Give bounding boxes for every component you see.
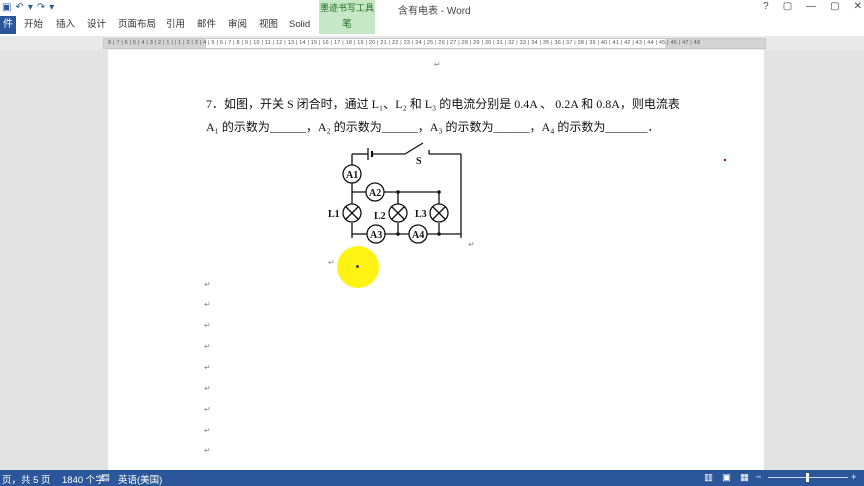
paragraph-mark: ↵ <box>204 363 211 372</box>
redo-icon[interactable]: ↷ <box>37 2 45 14</box>
junction-dot <box>396 190 400 194</box>
question-line-2: A₁ 的示数为______，A₂ 的示数为______，A₃ 的示数为_____… <box>206 120 660 134</box>
tab-references[interactable]: 引用 <box>166 16 185 34</box>
page-count[interactable]: 页，共 5 页 <box>2 472 51 486</box>
tab-view[interactable]: 视图 <box>259 16 278 34</box>
tab-home[interactable]: 开始 <box>24 16 43 34</box>
maximize-button[interactable]: ▢ <box>830 1 839 12</box>
junction-dot <box>396 232 400 236</box>
language-indicator[interactable]: 英语(美国) <box>118 472 162 486</box>
tab-solid[interactable]: Solid <box>289 16 310 34</box>
ink-tools-tab-group: 墨迹书写工具 <box>319 0 375 16</box>
paragraph-mark: ↵ <box>204 321 211 330</box>
help-button[interactable]: ? <box>763 1 769 12</box>
paragraph-mark: ↵ <box>204 426 211 435</box>
ammeter-a4-label: A4 <box>412 230 424 241</box>
title-bar: ▣ ↶ ▾ ↷ ▾ 墨迹书写工具 含有电表 - Word ? ▢ — ▢ ✕ <box>0 0 864 17</box>
paragraph-mark: ↵ <box>204 300 211 309</box>
ammeter-a1-label: A1 <box>346 170 358 181</box>
window-title: 含有电表 - Word <box>398 6 471 17</box>
undo-icon[interactable]: ↶ <box>15 2 23 14</box>
paragraph-mark: ↵ <box>204 280 211 289</box>
proofing-icon[interactable]: ▤ <box>101 472 110 483</box>
tab-mailings[interactable]: 邮件 <box>197 16 216 34</box>
tab-review[interactable]: 审阅 <box>228 16 247 34</box>
lamp-l3-label: L3 <box>415 209 427 220</box>
minimize-button[interactable]: — <box>806 1 816 12</box>
pointer-highlight <box>337 246 379 288</box>
junction-dot <box>437 190 441 194</box>
paragraph-mark: ↵ <box>204 405 211 414</box>
paragraph-mark: ↵ <box>204 446 211 455</box>
close-button[interactable]: ✕ <box>854 1 862 12</box>
tab-page-layout[interactable]: 页面布局 <box>118 16 156 34</box>
lamp-l1-label: L1 <box>328 209 340 220</box>
horizontal-ruler[interactable]: 8 | 7 | 6 | 5 | 4 | 3 | 2 | 1 | | 1 | 2 … <box>103 38 766 49</box>
ribbon-tabs: 件 开始 插入 设计 页面布局 引用 邮件 审阅 视图 Solid 笔 <box>0 16 864 34</box>
junction-dot <box>437 232 441 236</box>
paragraph-mark: ↵ <box>204 342 211 351</box>
circuit-diagram: S A1 A2 A3 A4 L1 L2 L3 <box>328 142 462 244</box>
ink-dot <box>724 159 726 161</box>
save-icon[interactable]: ▣ <box>2 2 11 14</box>
undo-dropdown-icon[interactable]: ▾ <box>28 2 33 14</box>
tab-insert[interactable]: 插入 <box>56 16 75 34</box>
ammeter-a3-label: A3 <box>370 230 382 241</box>
zoom-out-button[interactable]: − <box>756 472 762 483</box>
question-line-1: 7．如图，开关 S 闭合时，通过 L₁、L₂ 和 L₃ 的电流分别是 0.4A … <box>206 97 680 111</box>
tab-pen[interactable]: 笔 <box>319 16 375 34</box>
paragraph-mark: ↵ <box>434 60 441 69</box>
ammeter-a2-label: A2 <box>369 188 381 199</box>
status-bar: 页，共 5 页 1840 个字 ▤ 英语(美国) ▥ ▣ ▦ − + <box>0 470 864 486</box>
ribbon-display-button[interactable]: ▢ <box>783 1 792 12</box>
ruler-tick-labels: 8 | 7 | 6 | 5 | 4 | 3 | 2 | 1 | | 1 | 2 … <box>108 40 701 46</box>
customize-qat-icon[interactable]: ▾ <box>49 2 54 14</box>
word-count[interactable]: 1840 个字 <box>62 472 105 486</box>
web-layout-icon[interactable]: ▦ <box>740 472 749 483</box>
quick-access-toolbar: ▣ ↶ ▾ ↷ ▾ <box>0 1 54 15</box>
switch-label: S <box>416 156 422 167</box>
tab-file[interactable]: 件 <box>0 16 16 34</box>
switch-blade <box>404 142 424 155</box>
paragraph-mark: ↵ <box>328 258 335 267</box>
lamp-l2-label: L2 <box>374 211 386 222</box>
print-layout-icon[interactable]: ▣ <box>722 472 731 483</box>
read-mode-icon[interactable]: ▥ <box>704 472 713 483</box>
paragraph-mark: ↵ <box>204 384 211 393</box>
window-controls: ? ▢ — ▢ ✕ <box>763 1 862 12</box>
tab-design[interactable]: 设计 <box>87 16 106 34</box>
ruler-area: 8 | 7 | 6 | 5 | 4 | 3 | 2 | 1 | | 1 | 2 … <box>0 36 864 50</box>
zoom-slider-thumb[interactable] <box>806 473 809 482</box>
paragraph-mark: ↵ <box>468 240 475 249</box>
zoom-in-button[interactable]: + <box>851 472 857 483</box>
